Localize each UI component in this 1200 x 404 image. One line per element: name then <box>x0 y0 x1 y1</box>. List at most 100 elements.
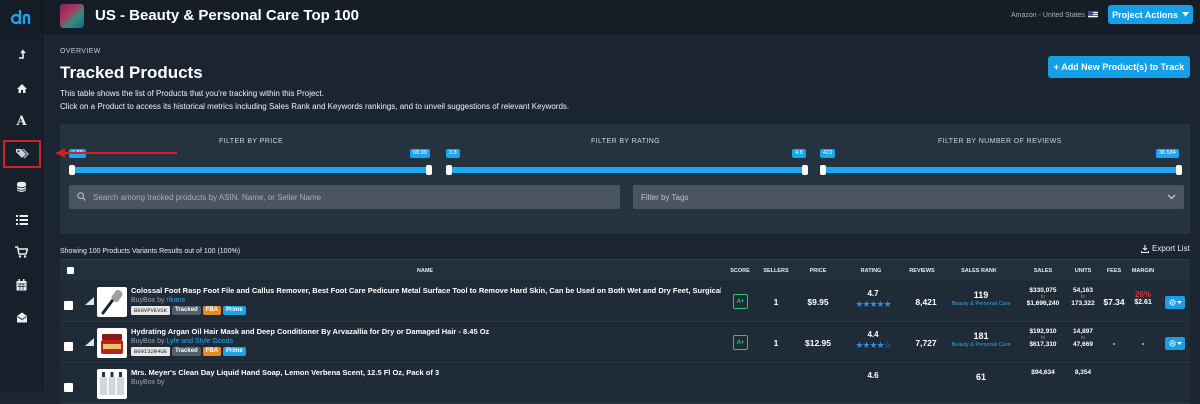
caret-down-icon <box>1181 12 1189 17</box>
col-header-sales[interactable]: SALES <box>1034 268 1052 274</box>
units-cell: 8,354 <box>1075 369 1091 376</box>
col-header-score[interactable]: SCORE <box>730 268 750 274</box>
col-header-price[interactable]: PRICE <box>810 268 827 274</box>
col-header-sales-rank[interactable]: SALES RANK <box>961 268 997 274</box>
sidebar-item-cart[interactable] <box>0 236 43 268</box>
reviews-slider-track[interactable] <box>820 167 1182 173</box>
search-input[interactable] <box>93 185 613 209</box>
units-low: 14,897 <box>1073 328 1093 335</box>
overview-eyebrow: OVERVIEW <box>60 48 101 55</box>
select-all-checkbox[interactable] <box>67 267 74 274</box>
sales-rank-cell: 181 Beauty & Personal Care <box>951 331 1010 348</box>
dh-logo-icon <box>10 9 31 25</box>
product-title[interactable]: Colossal Foot Rasp Foot File and Callus … <box>131 286 721 295</box>
description-line-1: This table shows the list of Products th… <box>60 89 324 98</box>
sales-low: $192,910 <box>1029 328 1057 335</box>
seller-link[interactable]: rikans <box>166 297 185 304</box>
cart-icon <box>15 246 28 258</box>
price-max-handle[interactable] <box>426 165 432 175</box>
col-header-margin[interactable]: MARGIN <box>1132 268 1154 274</box>
tags-filter-placeholder: Filter by Tags <box>641 193 689 202</box>
foot-file-image <box>101 289 123 315</box>
app-logo[interactable] <box>0 0 42 34</box>
sidebar-item-tracked-products[interactable] <box>3 140 41 168</box>
sidebar-item-home[interactable] <box>0 72 43 104</box>
sales-cell: $330,075 to $1,696,240 <box>1027 287 1060 307</box>
star-rating: ★★★★☆ <box>855 340 891 350</box>
col-header-name[interactable]: NAME <box>417 268 433 274</box>
sidebar-item-database[interactable] <box>0 171 43 203</box>
gear-icon <box>1168 340 1176 347</box>
tags-filter-select[interactable]: Filter by Tags <box>633 185 1184 209</box>
price-filter-label: FILTER BY PRICE <box>219 138 284 145</box>
project-title: US - Beauty & Personal Care Top 100 <box>95 7 359 24</box>
price-slider-track[interactable] <box>69 167 431 173</box>
col-header-sellers[interactable]: SELLERS <box>763 268 788 274</box>
row-actions-button[interactable] <box>1165 337 1185 350</box>
table-row[interactable]: Hydrating Argan Oil Hair Mask and Deep C… <box>60 323 1190 363</box>
row-chart-icon[interactable] <box>85 297 94 305</box>
product-title[interactable]: Mrs. Meyer's Clean Day Liquid Hand Soap,… <box>131 368 439 377</box>
sidebar-item-lists[interactable] <box>0 203 43 235</box>
margin-percent: - <box>1141 338 1145 348</box>
sales-high: $617,310 <box>1029 341 1057 348</box>
table-row[interactable]: Colossal Foot Rasp Foot File and Callus … <box>60 282 1190 322</box>
topbar: US - Beauty & Personal Care Top 100 Amaz… <box>43 0 1200 34</box>
add-product-button[interactable]: + Add New Product(s) to Track <box>1048 56 1190 78</box>
font-a-icon: A <box>16 113 27 129</box>
reviews-value: 7,727 <box>915 338 937 348</box>
fees-value: $7.34 <box>1103 297 1125 307</box>
sales-rank-value: 119 <box>973 290 989 300</box>
marketplace-label: Amazon - United States <box>1011 12 1085 19</box>
buybox-prefix: BuyBox by <box>131 297 165 304</box>
row-actions-button[interactable] <box>1165 296 1185 309</box>
buybox-info: BuyBox by rikans <box>131 297 185 304</box>
download-icon <box>1141 244 1149 253</box>
reviews-max-handle[interactable] <box>1176 165 1182 175</box>
product-title[interactable]: Hydrating Argan Oil Hair Mask and Deep C… <box>131 327 489 336</box>
col-header-reviews[interactable]: REVIEWS <box>909 268 934 274</box>
price-min-handle[interactable] <box>69 165 75 175</box>
marketplace-indicator: Amazon - United States <box>1011 11 1098 19</box>
row-checkbox[interactable] <box>64 301 73 310</box>
table-row[interactable]: Mrs. Meyer's Clean Day Liquid Hand Soap,… <box>60 364 1190 404</box>
export-list-button[interactable]: Export List <box>1141 244 1190 253</box>
margin-percent: 26% <box>1134 290 1151 299</box>
units-low: 54,163 <box>1073 287 1093 294</box>
col-header-fees[interactable]: FEES <box>1107 268 1121 274</box>
reviews-min-handle[interactable] <box>820 165 826 175</box>
sidebar-item-keywords[interactable]: A <box>0 105 43 137</box>
fba-tag: FBA <box>202 306 222 315</box>
price-max-badge: 68.99 <box>410 149 430 158</box>
rating-max-handle[interactable] <box>802 165 808 175</box>
rating-filter-label: FILTER BY RATING <box>591 138 661 145</box>
sidebar-item-mail[interactable] <box>0 301 43 333</box>
row-checkbox[interactable] <box>64 342 73 351</box>
sales-rank-category[interactable]: Beauty & Personal Care <box>951 342 1010 348</box>
home-icon <box>16 83 27 93</box>
project-actions-button[interactable]: Project Actions <box>1108 5 1193 24</box>
product-image <box>97 369 127 399</box>
results-count: Showing 100 Products Variants Results ou… <box>60 248 241 255</box>
caret-down-icon <box>1176 341 1182 345</box>
tracked-tag: Tracked <box>172 347 201 356</box>
rating-slider-track[interactable] <box>446 167 808 173</box>
project-thumbnail <box>60 4 84 28</box>
database-icon <box>16 181 27 192</box>
sidebar-item-import[interactable] <box>0 38 43 70</box>
product-search[interactable] <box>69 185 620 209</box>
sidebar-item-calendar[interactable] <box>0 269 43 301</box>
sales-rank-category[interactable]: Beauty & Personal Care <box>951 301 1010 307</box>
asin-badge[interactable]: B00I32R4UE <box>131 347 171 356</box>
sales-low: $330,075 <box>1029 287 1057 294</box>
seller-link[interactable]: Lyfe and Style Goods <box>166 338 233 345</box>
rating-min-handle[interactable] <box>446 165 452 175</box>
sales-rank-value: 181 <box>973 331 989 341</box>
row-chart-icon[interactable] <box>85 338 94 346</box>
asin-badge[interactable]: B00VPVEVSK <box>131 306 171 315</box>
upload-arrow-icon <box>18 49 26 59</box>
col-header-rating[interactable]: RATING <box>861 268 882 274</box>
rating-min-badge: 3.8 <box>446 149 460 158</box>
hair-mask-jar-image <box>101 334 123 354</box>
col-header-units[interactable]: UNITS <box>1075 268 1092 274</box>
